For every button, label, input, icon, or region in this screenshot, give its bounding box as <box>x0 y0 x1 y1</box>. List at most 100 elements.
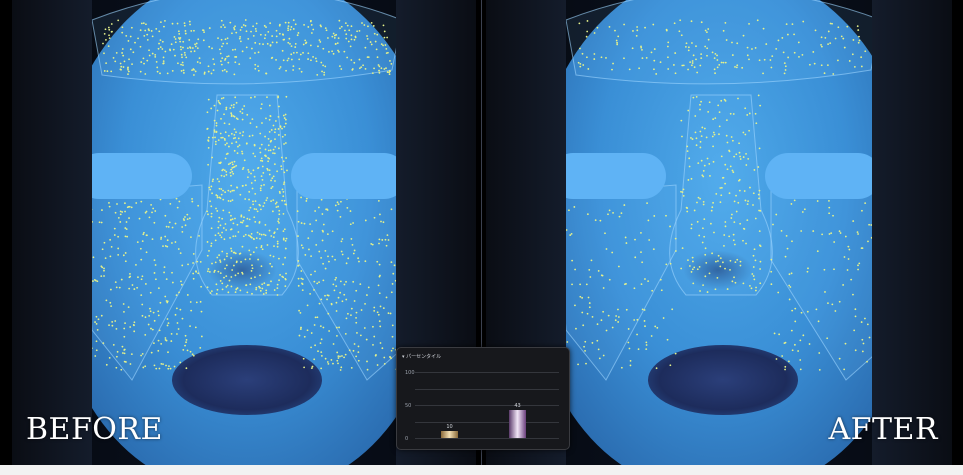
spot-marker <box>315 219 318 222</box>
spot-marker <box>150 203 153 206</box>
spot-marker <box>190 50 192 53</box>
spot-marker <box>221 45 223 48</box>
widget-title[interactable]: ▾ パーセンタイル <box>402 353 441 360</box>
spot-marker <box>189 23 191 26</box>
spot-marker <box>367 56 370 59</box>
spot-marker <box>114 211 117 214</box>
spot-marker <box>798 55 800 58</box>
spot-marker <box>698 266 701 268</box>
spot-marker <box>233 189 235 192</box>
spot-marker <box>256 210 259 213</box>
spot-marker <box>96 328 99 331</box>
spot-marker <box>280 168 283 171</box>
spot-marker <box>728 150 731 153</box>
spot-marker <box>285 69 287 72</box>
spot-marker <box>366 37 369 40</box>
spot-marker <box>192 262 194 264</box>
spot-marker <box>234 235 237 238</box>
spot-marker <box>171 69 174 72</box>
spot-marker <box>296 210 299 213</box>
spot-marker <box>260 107 262 110</box>
spot-marker <box>282 230 285 233</box>
spot-marker <box>247 176 249 179</box>
spot-marker <box>784 69 787 71</box>
spot-marker <box>827 302 829 305</box>
spot-marker <box>585 56 588 59</box>
spot-marker <box>189 301 192 303</box>
spot-marker <box>839 232 842 234</box>
spot-marker <box>222 227 225 229</box>
spot-marker <box>333 289 336 292</box>
spot-marker <box>688 265 691 267</box>
spot-marker <box>620 212 623 215</box>
spot-marker <box>223 169 226 172</box>
spot-marker <box>238 144 241 147</box>
spot-marker <box>389 312 392 315</box>
spot-marker <box>110 305 113 308</box>
spot-marker <box>744 107 747 110</box>
spot-marker <box>165 364 167 367</box>
spot-marker <box>374 40 377 43</box>
spot-marker <box>234 136 237 139</box>
spot-marker <box>283 228 286 231</box>
spot-marker <box>718 111 721 114</box>
spot-marker <box>121 48 124 50</box>
spot-marker <box>720 61 723 64</box>
spot-marker <box>101 248 104 251</box>
spot-marker <box>866 323 869 326</box>
spot-marker <box>212 178 215 181</box>
spot-marker <box>728 235 731 238</box>
spot-marker <box>157 339 160 342</box>
spot-marker <box>271 265 273 268</box>
spot-marker <box>321 239 324 242</box>
spot-marker <box>801 211 804 213</box>
spot-marker <box>689 61 692 64</box>
spot-marker <box>770 258 773 261</box>
spot-marker <box>197 38 200 41</box>
spot-marker <box>611 68 613 71</box>
spot-marker <box>341 300 344 303</box>
spot-marker <box>127 40 130 42</box>
spot-marker <box>645 348 648 351</box>
spot-marker <box>269 22 272 25</box>
spot-marker <box>703 235 706 238</box>
spot-marker <box>239 29 242 31</box>
spot-marker <box>614 319 617 322</box>
spot-marker <box>287 57 290 60</box>
spot-marker <box>208 249 210 252</box>
spot-marker <box>111 324 114 327</box>
spot-marker <box>181 264 184 267</box>
spot-marker <box>210 72 213 75</box>
spot-marker <box>391 324 394 327</box>
spot-marker <box>272 148 275 151</box>
spot-marker <box>731 280 734 283</box>
spot-marker <box>614 29 616 32</box>
spot-marker <box>346 56 349 59</box>
spot-marker <box>577 363 579 366</box>
spot-marker <box>225 264 228 267</box>
spot-marker <box>154 210 157 212</box>
spot-marker <box>602 310 605 313</box>
spot-marker <box>372 325 374 328</box>
spot-marker <box>681 191 684 193</box>
spot-marker <box>582 64 585 66</box>
spot-marker <box>114 281 117 284</box>
spot-marker <box>690 223 693 226</box>
spot-marker <box>759 282 762 285</box>
spot-marker <box>92 280 94 282</box>
percentile-chart-widget[interactable]: ▾ パーセンタイル 100 50 0 10 43 <box>396 347 570 450</box>
spot-marker <box>281 135 284 138</box>
spot-marker <box>784 365 787 368</box>
spot-marker <box>332 32 335 35</box>
spot-marker <box>339 215 342 218</box>
spot-marker <box>763 58 766 61</box>
spot-marker <box>654 325 657 328</box>
spot-marker <box>239 289 242 292</box>
spot-marker <box>604 232 606 235</box>
spot-marker <box>857 264 859 267</box>
spot-marker <box>339 280 342 283</box>
y-tick-label: 0 <box>405 436 409 442</box>
spot-marker <box>358 260 360 263</box>
spot-marker <box>791 309 794 312</box>
spot-marker <box>577 61 580 64</box>
